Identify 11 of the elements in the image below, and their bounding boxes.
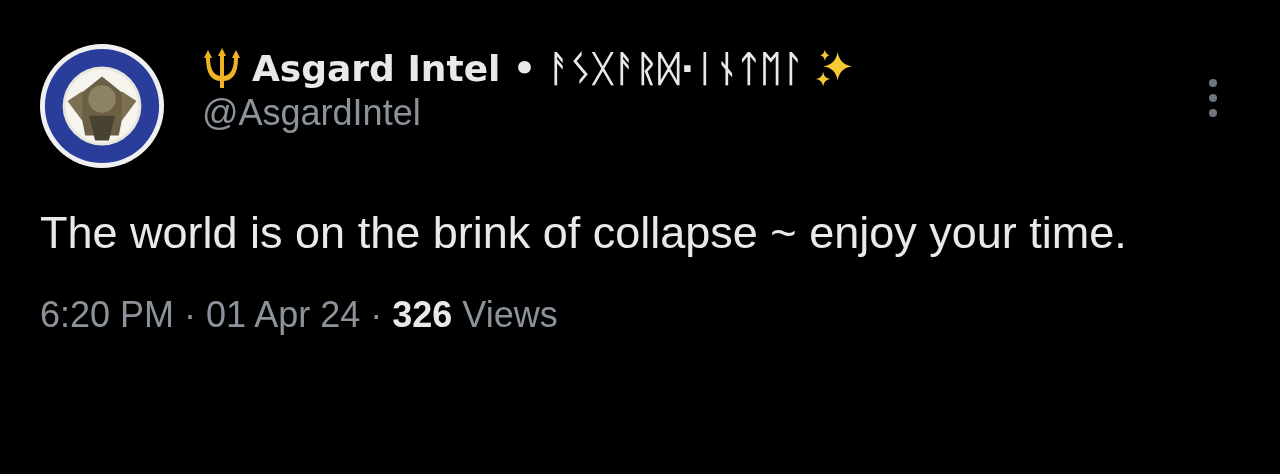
- tweet-text: The world is on the brink of collapse ~ enjoy your time.: [40, 206, 1128, 260]
- views-label: Views: [462, 294, 558, 336]
- more-icon[interactable]: [1208, 78, 1218, 118]
- display-name[interactable]: Asgard Intel • ᚨᛊᚷᚨᚱᛞ·ᛁᚾᛏᛖᛚ: [252, 47, 805, 89]
- separator: ·: [370, 294, 383, 336]
- views-count: 326: [392, 294, 453, 336]
- trident-icon: [202, 46, 242, 90]
- post-date[interactable]: 01 Apr 24: [206, 294, 361, 336]
- post-time[interactable]: 6:20 PM: [40, 294, 175, 336]
- handle[interactable]: @AsgardIntel: [202, 92, 855, 134]
- separator: ·: [184, 294, 197, 336]
